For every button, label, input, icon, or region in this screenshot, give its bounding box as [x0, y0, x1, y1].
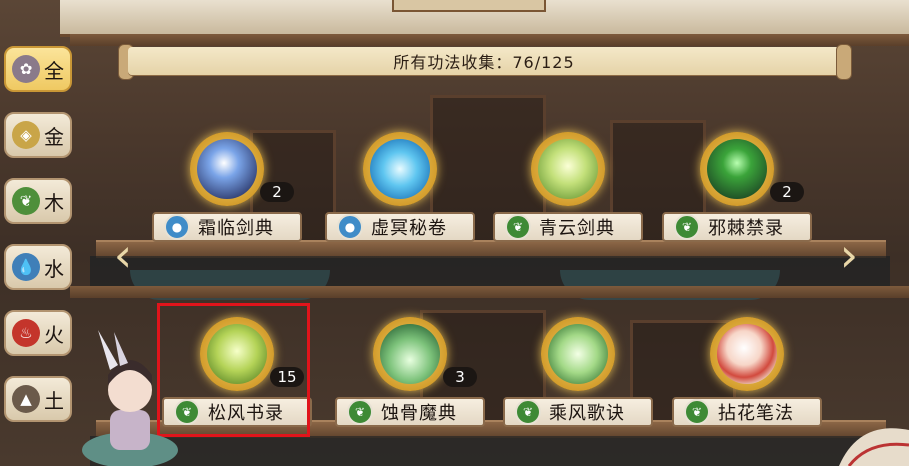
- technique-nameplate: ❦ 乘风歌诀: [503, 397, 653, 427]
- tab-all[interactable]: ✿ 全: [4, 46, 72, 92]
- scroll-end-right: [836, 44, 852, 80]
- technique-nameplate: ❦ 拈花笔法: [672, 397, 822, 427]
- tab-water[interactable]: 💧 水: [4, 244, 72, 290]
- metal-icon: ◈: [12, 121, 40, 149]
- void-scroll-art: [363, 132, 437, 206]
- wood-icon: ❦: [347, 399, 373, 425]
- tab-label: 火: [44, 322, 64, 347]
- technique-nameplate: ❦ 蚀骨魔典: [335, 397, 485, 427]
- water-icon: ●: [337, 214, 363, 240]
- frost-sword-art: [190, 132, 264, 206]
- tab-label: 金: [44, 124, 64, 149]
- tab-fire[interactable]: ♨ 火: [4, 310, 72, 356]
- evil-thorn-art: [700, 132, 774, 206]
- element-filter-tabs: ✿ 全 ◈ 金 ❦ 木 💧 水 ♨ 火 ▲ 土: [0, 36, 72, 466]
- water-icon: ●: [164, 214, 190, 240]
- tab-label: 木: [44, 190, 64, 215]
- next-page-arrow[interactable]: ›: [834, 232, 864, 282]
- fire-icon: ♨: [12, 319, 40, 347]
- technique-name: 蚀骨魔典: [381, 403, 457, 424]
- azure-cloud-sword-art: [531, 132, 605, 206]
- technique-nameplate: ❦ 青云剑典: [493, 212, 643, 242]
- wood-icon: ❦: [505, 214, 531, 240]
- technique-name: 拈花笔法: [718, 403, 794, 424]
- bone-eroding-art: [373, 317, 447, 391]
- flower-brush-art: [710, 317, 784, 391]
- shelf-shadow: [90, 436, 890, 466]
- wood-icon: ❦: [684, 399, 710, 425]
- wood-icon: ❦: [515, 399, 541, 425]
- technique-card-azure-cloud-sword[interactable]: ❦ 青云剑典: [493, 132, 643, 242]
- technique-card-evil-thorn[interactable]: 2 ❦ 邪棘禁录: [662, 132, 812, 242]
- technique-card-flower-brush[interactable]: ❦ 拈花笔法: [672, 317, 822, 427]
- collection-progress-banner: 所有功法收集：76/125: [128, 47, 840, 75]
- technique-name: 邪棘禁录: [708, 218, 784, 239]
- technique-name: 青云剑典: [539, 218, 615, 239]
- tab-metal[interactable]: ◈ 金: [4, 112, 72, 158]
- prev-page-arrow[interactable]: ‹: [108, 232, 138, 282]
- technique-nameplate: ❦ 邪棘禁录: [662, 212, 812, 242]
- technique-card-wind-riding[interactable]: ❦ 乘风歌诀: [503, 317, 653, 427]
- decorative-corner: [839, 428, 909, 466]
- tab-label: 全: [44, 58, 64, 83]
- technique-name: 虚冥秘卷: [371, 218, 447, 239]
- wind-riding-art: [541, 317, 615, 391]
- tab-earth[interactable]: ▲ 土: [4, 376, 72, 422]
- character-avatar: [82, 330, 178, 466]
- top-beam: [70, 34, 909, 46]
- tab-label: 土: [44, 388, 64, 413]
- wood-icon: ❦: [12, 187, 40, 215]
- library-scene: 所有功法收集：76/125 ✿ 全 ◈ 金 ❦ 木 💧 水 ♨ 火 ▲ 土 ‹ …: [0, 0, 909, 466]
- title-plaque: [392, 0, 546, 12]
- owned-count-badge: 3: [443, 367, 477, 387]
- technique-card-void-scroll[interactable]: ● 虚冥秘卷: [325, 132, 475, 242]
- tab-wood[interactable]: ❦ 木: [4, 178, 72, 224]
- technique-name: 霜临剑典: [198, 218, 274, 239]
- water-icon: 💧: [12, 253, 40, 281]
- middle-beam: [70, 286, 909, 298]
- technique-nameplate: ● 霜临剑典: [152, 212, 302, 242]
- owned-count-badge: 2: [770, 182, 804, 202]
- technique-name: 乘风歌诀: [549, 403, 625, 424]
- earth-icon: ▲: [12, 385, 40, 413]
- all-elements-icon: ✿: [12, 55, 40, 83]
- collection-progress-text: 所有功法收集：76/125: [393, 53, 575, 72]
- technique-card-frost-sword[interactable]: 2 ● 霜临剑典: [152, 132, 302, 242]
- wood-icon: ❦: [674, 214, 700, 240]
- owned-count-badge: 2: [260, 182, 294, 202]
- tab-label: 水: [44, 256, 64, 281]
- technique-nameplate: ● 虚冥秘卷: [325, 212, 475, 242]
- technique-card-bone-eroding[interactable]: 3 ❦ 蚀骨魔典: [335, 317, 485, 427]
